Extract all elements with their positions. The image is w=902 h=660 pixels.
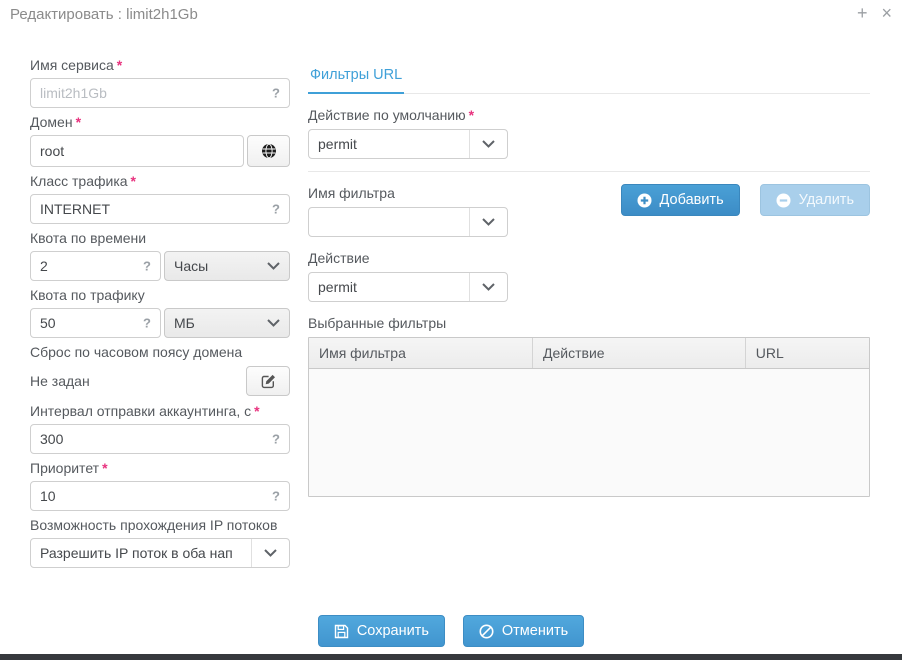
default-action-value: permit: [318, 136, 357, 152]
help-icon: ?: [272, 488, 280, 504]
domain-picker-button[interactable]: [247, 135, 290, 167]
accounting-interval-input[interactable]: [31, 431, 289, 447]
ip-flow-value: Разрешить IP поток в оба нап: [40, 545, 233, 561]
expand-icon[interactable]: +: [857, 2, 868, 24]
chevron-down-icon: [469, 130, 507, 158]
ban-icon: [479, 624, 494, 639]
bottom-bar: [0, 654, 902, 660]
default-action-label: Действие по умолчанию *: [308, 107, 475, 123]
required-marker: *: [102, 460, 108, 476]
remove-filter-button[interactable]: Удалить: [759, 184, 870, 216]
required-marker: *: [130, 173, 136, 189]
ip-flow-label: Возможность прохождения IP потоков: [30, 517, 278, 533]
field-traffic-class: Класс трафика* ?: [30, 173, 290, 224]
field-accounting-interval: Интервал отправки аккаунтинга, с* ?: [30, 403, 290, 454]
chevron-down-icon: [251, 539, 289, 567]
help-icon: ?: [272, 85, 280, 101]
required-marker: *: [254, 403, 260, 419]
timezone-edit-button[interactable]: [246, 366, 290, 396]
field-time-quota: Квота по времени ? Часы: [30, 230, 290, 281]
traffic-quota-label: Квота по трафику: [30, 287, 145, 303]
action-label: Действие: [308, 250, 370, 266]
domain-label: Домен *: [30, 114, 82, 130]
close-icon[interactable]: ×: [881, 2, 892, 24]
required-marker: *: [75, 114, 82, 130]
service-name-input[interactable]: [31, 85, 289, 101]
default-action-select[interactable]: permit: [308, 129, 508, 159]
filter-name-label: Имя фильтра: [308, 185, 395, 201]
save-label: Сохранить: [356, 623, 429, 639]
field-timezone-reset: Сброс по часовом поясу домена Не задан: [30, 344, 290, 397]
url-filters-panel: Фильтры URL Действие по умолчанию * permi…: [308, 62, 870, 497]
filter-name-row: Имя фильтра Добавить Удалить: [308, 172, 870, 237]
filter-name-select[interactable]: [308, 207, 508, 237]
priority-input[interactable]: [31, 488, 289, 504]
filter-name-value: [309, 208, 469, 236]
tabbar: Фильтры URL: [308, 62, 870, 94]
help-icon: ?: [272, 201, 280, 217]
accounting-interval-label: Интервал отправки аккаунтинга, с *: [30, 403, 260, 419]
traffic-class-input[interactable]: [31, 201, 289, 217]
dialog-footer: Сохранить Отменить: [0, 615, 902, 647]
required-marker: *: [116, 57, 123, 73]
selected-filters-label: Выбранные фильтры: [308, 315, 447, 331]
traffic-class-label: Класс трафика *: [30, 173, 136, 189]
save-icon: [334, 624, 349, 639]
service-name-label: Имя сервиса *: [30, 57, 123, 73]
column-header-url[interactable]: URL: [746, 338, 869, 368]
traffic-quota-unit-value: МБ: [174, 315, 195, 331]
column-header-filter-name[interactable]: Имя фильтра: [309, 338, 533, 368]
help-icon: ?: [143, 315, 151, 331]
action-value: permit: [318, 279, 357, 295]
plus-circle-icon: [637, 193, 652, 208]
timezone-reset-value: Не задан: [30, 373, 90, 389]
action-select[interactable]: permit: [308, 272, 508, 302]
minus-circle-icon: [776, 193, 791, 208]
selected-filters-table-header: Имя фильтра Действие URL: [309, 338, 869, 369]
traffic-quota-input[interactable]: [31, 315, 160, 331]
domain-input[interactable]: [31, 143, 243, 159]
globe-icon: [261, 143, 277, 159]
add-filter-button[interactable]: Добавить: [620, 184, 740, 216]
required-marker: *: [468, 107, 475, 123]
traffic-quota-unit-select[interactable]: МБ: [164, 308, 290, 338]
field-ip-flow: Возможность прохождения IP потоков Разре…: [30, 517, 290, 568]
time-quota-unit-value: Часы: [174, 258, 209, 274]
selected-filters-table-body: [309, 369, 869, 496]
cancel-label: Отменить: [501, 623, 569, 639]
service-form: Имя сервиса* ? Домен* Класс т: [30, 57, 290, 574]
chevron-down-icon: [469, 208, 507, 236]
help-icon: ?: [143, 258, 151, 274]
timezone-reset-label: Сброс по часовом поясу домена: [30, 344, 243, 360]
priority-label: Приоритет *: [30, 460, 108, 476]
time-quota-label: Квота по времени: [30, 230, 147, 246]
selected-filters-table: Имя фильтра Действие URL: [308, 337, 870, 497]
dialog-title: Редактировать : limit2h1Gb: [10, 6, 198, 23]
chevron-down-icon: [267, 262, 280, 270]
remove-filter-label: Удалить: [798, 192, 854, 208]
cancel-button[interactable]: Отменить: [462, 615, 585, 647]
time-quota-unit-select[interactable]: Часы: [164, 251, 290, 281]
chevron-down-icon: [469, 273, 507, 301]
window-tools: + ×: [857, 2, 892, 24]
ip-flow-select[interactable]: Разрешить IP поток в оба нап: [30, 538, 290, 568]
column-header-action[interactable]: Действие: [533, 338, 746, 368]
help-icon: ?: [272, 431, 280, 447]
save-button[interactable]: Сохранить: [317, 615, 445, 647]
field-traffic-quota: Квота по трафику ? МБ: [30, 287, 290, 338]
time-quota-input[interactable]: [31, 258, 160, 274]
add-filter-label: Добавить: [659, 192, 724, 208]
field-service-name: Имя сервиса* ?: [30, 57, 290, 108]
field-priority: Приоритет* ?: [30, 460, 290, 511]
tab-url-filters[interactable]: Фильтры URL: [308, 62, 405, 94]
field-domain: Домен *: [30, 114, 290, 167]
edit-icon: [261, 374, 276, 389]
chevron-down-icon: [267, 319, 280, 327]
